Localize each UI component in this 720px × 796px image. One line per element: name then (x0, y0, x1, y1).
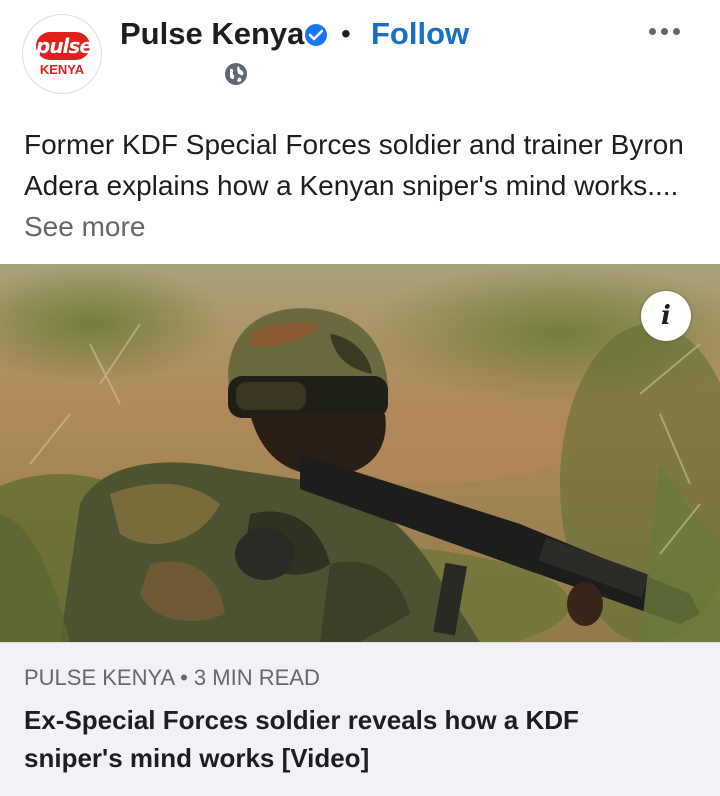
page-name-link[interactable]: Pulse Kenya (120, 16, 304, 52)
soldier-photo (0, 264, 720, 642)
avatar-subtitle: KENYA (39, 62, 85, 77)
pulse-logo: pulse (36, 32, 93, 60)
see-more-link[interactable]: See more (24, 211, 145, 242)
follow-button[interactable]: Follow (371, 16, 469, 52)
separator-dot: • (341, 18, 351, 49)
post-header: pulse KENYA Pulse Kenya • Follow (0, 0, 720, 110)
verified-check-icon (305, 24, 327, 46)
post-text: Former KDF Special Forces soldier and tr… (24, 124, 704, 247)
article-headline[interactable]: Ex-Special Forces soldier reveals how a … (24, 701, 684, 777)
article-image[interactable] (0, 264, 720, 642)
globe-icon (225, 63, 247, 85)
article-source: PULSE KENYA • 3 MIN READ (24, 665, 320, 690)
page-avatar[interactable]: pulse KENYA (22, 14, 102, 94)
info-icon[interactable]: i (641, 291, 691, 341)
post-body: Former KDF Special Forces soldier and tr… (24, 129, 684, 201)
more-options-icon[interactable] (645, 20, 685, 42)
link-preview-footer[interactable]: PULSE KENYA • 3 MIN READ Ex-Special Forc… (0, 642, 720, 796)
